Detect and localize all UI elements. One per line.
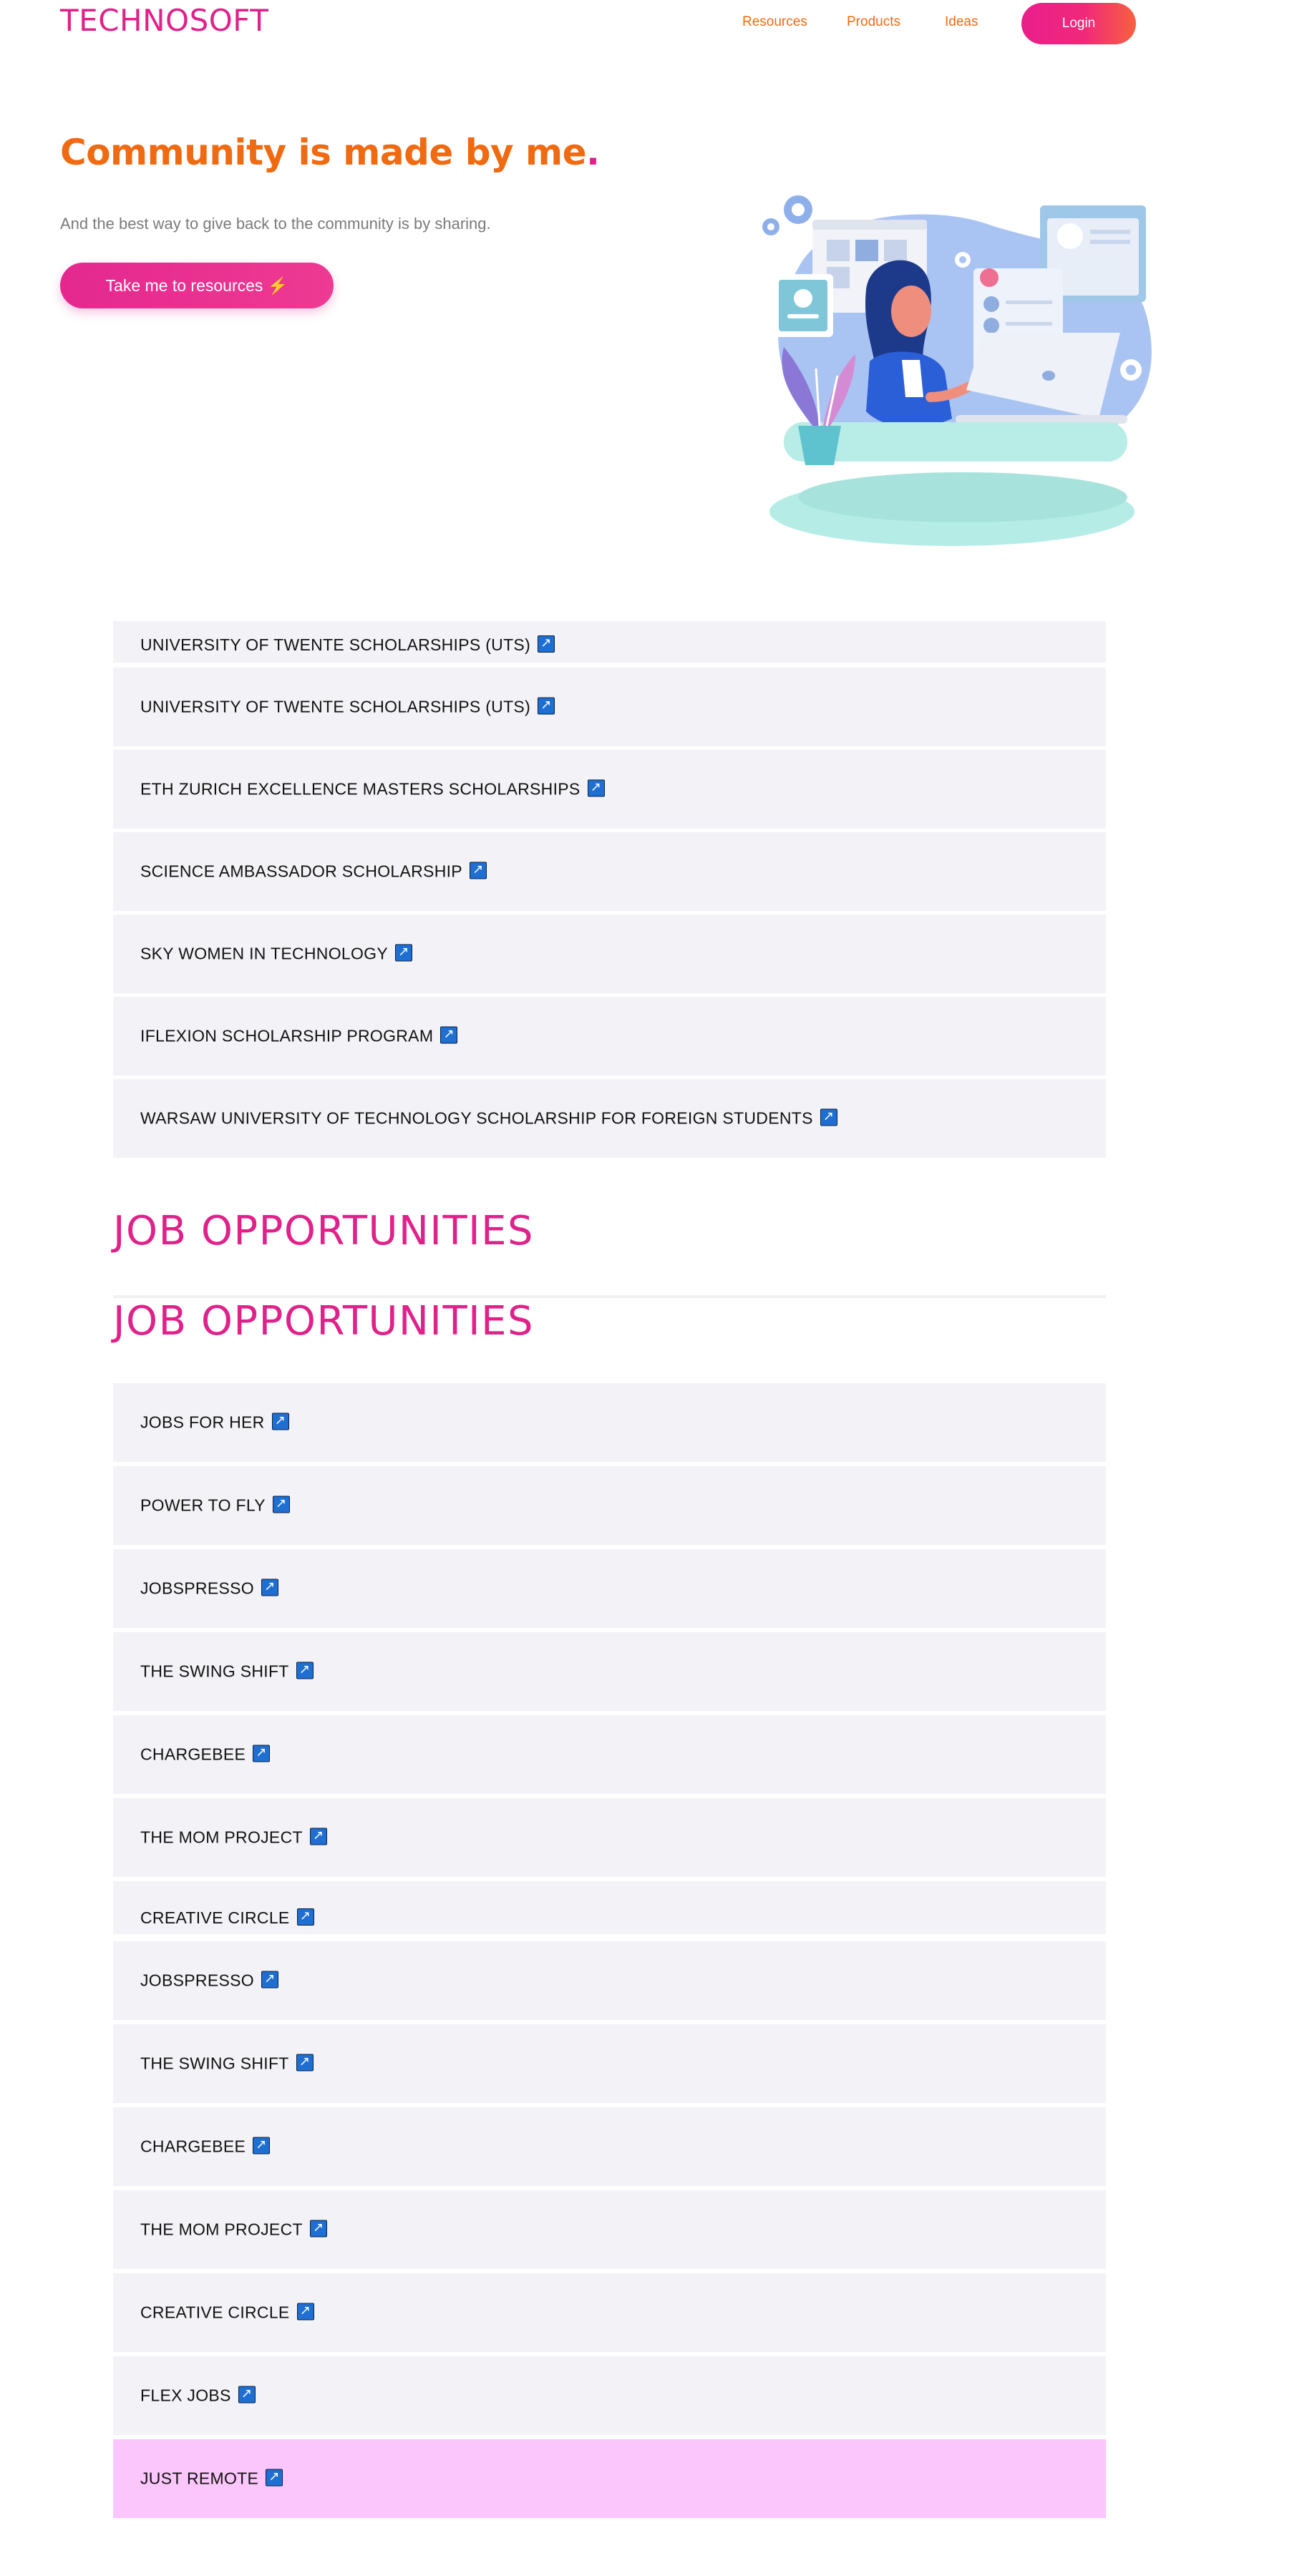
external-link-icon [266,2469,283,2487]
list-item[interactable]: THE SWING SHIFT [113,1632,1106,1711]
login-button[interactable]: Login [1021,3,1136,44]
hero-subtitle: And the best way to give back to the com… [60,215,491,233]
list-item-label: FLEX JOBS [140,2386,231,2405]
external-link-icon [587,779,605,797]
list-item[interactable]: WARSAW UNIVERSITY OF TECHNOLOGY SCHOLARS… [113,1079,1106,1158]
list-item-label: THE MOM PROJECT [140,2220,303,2239]
list-item-label-row: UNIVERSITY OF TWENTE SCHOLARSHIPS (UTS) [140,635,555,655]
external-link-icon [469,862,487,879]
hero-title-text: Community is made by me [60,132,587,173]
external-link-icon [253,2137,271,2155]
list-item-label-row: THE MOM PROJECT [140,1828,327,1848]
list-item-label-row: THE SWING SHIFT [140,1662,314,1682]
list-item-label-row: THE SWING SHIFT [140,2054,314,2074]
list-item[interactable]: CHARGEBEE [113,2107,1106,2186]
external-link-icon [253,1745,271,1762]
list-item[interactable]: THE MOM PROJECT [113,1798,1106,1877]
brand-logo[interactable]: TECHNOSOFT [60,3,268,38]
list-item-label-row: ETH ZURICH EXCELLENCE MASTERS SCHOLARSHI… [140,779,605,799]
external-link-icon [238,2386,256,2404]
list-item-label: WARSAW UNIVERSITY OF TECHNOLOGY SCHOLARS… [140,1108,813,1128]
list-item[interactable]: CREATIVE CIRCLE [113,2273,1106,2352]
list-item[interactable]: ETH ZURICH EXCELLENCE MASTERS SCHOLARSHI… [113,750,1106,829]
external-link-icon [272,1496,290,1513]
take-me-to-resources-button[interactable]: Take me to resources ⚡ [60,263,334,308]
list-item-label: CHARGEBEE [140,2137,246,2156]
list-item[interactable]: POWER TO FLY [113,1466,1106,1545]
nav-link-resources[interactable]: Resources [742,14,807,30]
list-item-label-row: CHARGEBEE [140,2137,271,2157]
external-link-icon [296,1662,314,1679]
list-item-label-row: JUST REMOTE [140,2469,283,2489]
list-item-label-row: IFLEXION SCHOLARSHIP PROGRAM [140,1026,458,1046]
external-link-icon [820,1108,837,1126]
list-item[interactable]: CREATIVE CIRCLE [113,1881,1106,1934]
list-item-label-row: POWER TO FLY [140,1496,290,1516]
list-item-label: SCIENCE AMBASSADOR SCHOLARSHIP [140,862,462,881]
list-item-label: JOBSPRESSO [140,1579,254,1598]
external-link-icon [261,1579,278,1596]
section-heading: JOB OPPORTUNITIES [113,1298,535,1345]
list-item-label-row: CREATIVE CIRCLE [140,2303,314,2323]
list-item[interactable]: JOBSPRESSO [113,1941,1106,2020]
external-link-icon [309,2220,327,2238]
list-item-label-row: JOBSPRESSO [140,1579,278,1599]
section-heading-ghost: JOB OPPORTUNITIES [113,1208,535,1254]
list-item-label: POWER TO FLY [140,1496,266,1515]
list-item-label-row: THE MOM PROJECT [140,2220,327,2240]
list-item-label-row: SCIENCE AMBASSADOR SCHOLARSHIP [140,862,487,882]
list-item[interactable]: FLEX JOBS [113,2356,1106,2435]
list-item-label: JUST REMOTE [140,2469,259,2488]
list-item-label-row: CHARGEBEE [140,1745,271,1765]
external-link-icon [271,1413,289,1430]
external-link-icon [309,1828,327,1845]
list-item[interactable]: THE MOM PROJECT [113,2190,1106,2269]
list-item-label: CREATIVE CIRCLE [140,1908,290,1927]
external-link-icon [296,1908,314,1926]
list-item-label: THE MOM PROJECT [140,1828,303,1847]
list-item-label-row: UNIVERSITY OF TWENTE SCHOLARSHIPS (UTS) [140,697,555,717]
external-link-icon [296,2054,314,2072]
list-item-label: IFLEXION SCHOLARSHIP PROGRAM [140,1026,434,1045]
list-item-label: UNIVERSITY OF TWENTE SCHOLARSHIPS (UTS) [140,635,531,654]
list-item-label-row: JOBSPRESSO [140,1971,278,1991]
list-item[interactable]: CHARGEBEE [113,1715,1106,1794]
list-item-label-row: WARSAW UNIVERSITY OF TECHNOLOGY SCHOLARS… [140,1108,837,1128]
external-link-icon [440,1026,458,1044]
external-link-icon [296,2303,314,2321]
list-item-label-row: FLEX JOBS [140,2386,256,2406]
top-nav: TECHNOSOFT Resources Products Ideas Logi… [0,0,1297,50]
list-item-label: ETH ZURICH EXCELLENCE MASTERS SCHOLARSHI… [140,779,581,799]
list-item[interactable]: JOBSPRESSO [113,1549,1106,1628]
list-item[interactable]: SKY WOMEN IN TECHNOLOGY [113,914,1106,993]
list-item-label: CHARGEBEE [140,1745,246,1764]
list-item[interactable]: SCIENCE AMBASSADOR SCHOLARSHIP [113,832,1106,911]
list-item[interactable]: UNIVERSITY OF TWENTE SCHOLARSHIPS (UTS) [113,668,1106,746]
list-item-label-row: JOBS FOR HER [140,1413,289,1433]
external-link-icon [261,1971,278,1989]
list-item[interactable]: UNIVERSITY OF TWENTE SCHOLARSHIPS (UTS) [113,621,1106,663]
list-item-label-row: SKY WOMEN IN TECHNOLOGY [140,944,412,964]
list-item[interactable]: JOBS FOR HER [113,1383,1106,1462]
list-item[interactable]: IFLEXION SCHOLARSHIP PROGRAM [113,997,1106,1075]
list-item-label: CREATIVE CIRCLE [140,2303,290,2322]
list-item-hovered[interactable]: JUST REMOTE [113,2439,1106,2518]
list-item-label-row: CREATIVE CIRCLE [140,1908,314,1928]
hero-title: Community is made by me. [60,132,600,173]
hero-title-dot: . [586,132,600,173]
nav-link-products[interactable]: Products [847,14,900,30]
list-item-label: UNIVERSITY OF TWENTE SCHOLARSHIPS (UTS) [140,697,531,716]
nav-link-ideas[interactable]: Ideas [945,14,978,30]
list-item-label: JOBS FOR HER [140,1413,265,1432]
external-link-icon [538,635,555,653]
hero-illustration [762,195,1152,546]
list-item[interactable]: THE SWING SHIFT [113,2024,1106,2103]
list-item-label: JOBSPRESSO [140,1971,254,1990]
external-link-icon [395,944,412,962]
list-item-label: THE SWING SHIFT [140,1662,289,1681]
list-item-label: THE SWING SHIFT [140,2054,289,2073]
external-link-icon [538,697,555,715]
list-item-label: SKY WOMEN IN TECHNOLOGY [140,944,388,963]
